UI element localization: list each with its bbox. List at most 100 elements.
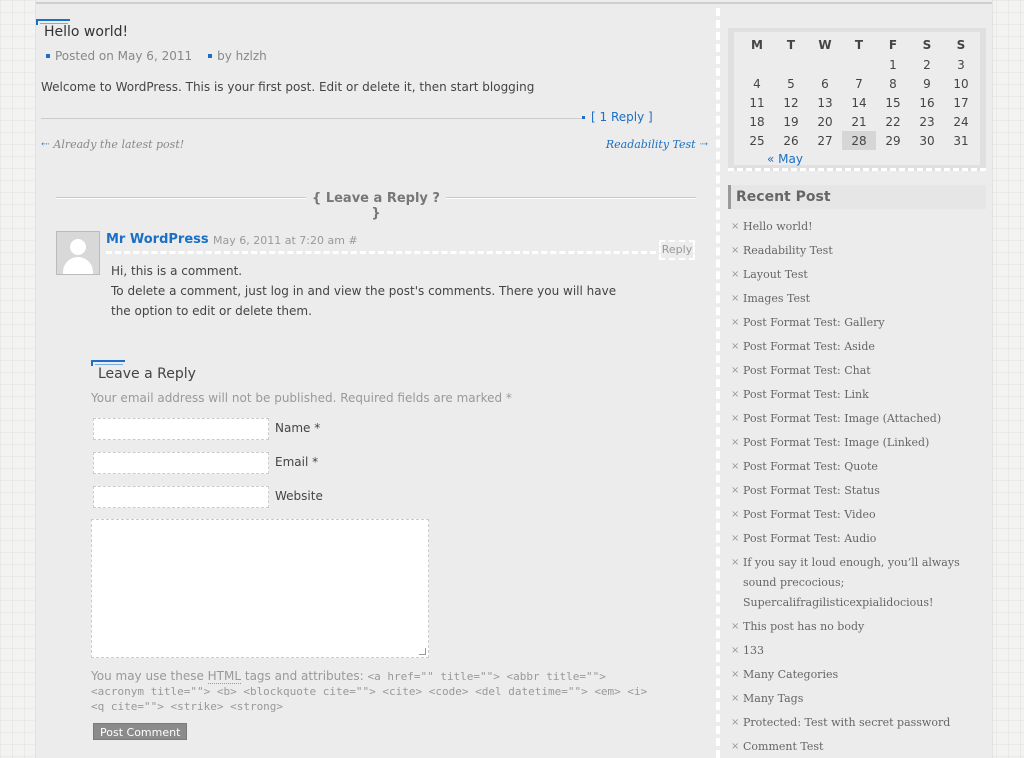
recent-post-link[interactable]: × Hello world!: [729, 217, 989, 237]
post-author[interactable]: by hzlzh: [217, 49, 267, 63]
allowed-prefix: You may use these: [91, 669, 208, 683]
recent-post-link[interactable]: × Post Format Test: Image (Linked): [729, 433, 989, 453]
calendar-day: 6: [821, 76, 829, 91]
cross-bullet-icon: ×: [731, 645, 740, 656]
column-divider: [716, 8, 720, 758]
calendar-empty-cell: [842, 55, 876, 74]
cross-bullet-icon: ×: [731, 389, 740, 400]
calendar-day: 5: [787, 76, 795, 91]
allowed-tags-note: You may use these HTML tags and attribut…: [91, 669, 661, 714]
calendar-day: 2: [923, 57, 931, 72]
calendar-day: 26: [783, 133, 799, 148]
calendar-table: MTWTFSS 1 2 3 4 5 6 7 8 9 10 11 12 13 14 15 16 17 18 19 20 2…: [740, 34, 978, 150]
reply-count-link[interactable]: [ 1 Reply ]: [582, 110, 653, 124]
recent-post-link[interactable]: × Comment Test: [729, 737, 989, 757]
calendar-weekday: F: [888, 37, 898, 52]
calendar-day: 15: [885, 95, 901, 110]
cross-bullet-icon: ×: [731, 485, 740, 496]
recent-post-title: Comment Test: [743, 740, 824, 753]
avatar: [56, 231, 100, 275]
calendar-day: 9: [923, 76, 931, 91]
recent-post-title: Post Format Test: Link: [743, 388, 869, 401]
calendar-day: 30: [919, 133, 935, 148]
comment-author[interactable]: Mr WordPress: [106, 232, 209, 247]
cross-bullet-icon: ×: [731, 269, 740, 280]
calendar-empty-cell: [740, 55, 774, 74]
recent-post-title: If you say it loud enough, you’ll always…: [743, 556, 960, 609]
recent-post-title: Post Format Test: Aside: [743, 340, 875, 353]
calendar-day: 23: [919, 114, 935, 129]
recent-post-title: Readability Test: [743, 244, 833, 257]
cross-bullet-icon: ×: [731, 557, 740, 568]
calendar-day: 21: [851, 114, 867, 129]
calendar-day: 22: [885, 114, 901, 129]
calendar-prev-month-link[interactable]: « May: [767, 152, 803, 166]
recent-post-link[interactable]: × Post Format Test: Gallery: [729, 313, 989, 333]
cross-bullet-icon: ×: [731, 221, 740, 232]
calendar-widget: MTWTFSS 1 2 3 4 5 6 7 8 9 10 11 12 13 14 15 16 17 18 19 20 2…: [728, 28, 986, 171]
calendar-day: 13: [817, 95, 833, 110]
email-field[interactable]: [93, 452, 269, 474]
calendar-day: 1: [889, 57, 897, 72]
calendar-day: 19: [783, 114, 799, 129]
calendar-week: 4 5 6 7 8 9 10: [740, 74, 978, 93]
recent-post-link[interactable]: × Post Format Test: Image (Attached): [729, 409, 989, 429]
calendar-empty-cell: [808, 55, 842, 74]
calendar-day: 20: [817, 114, 833, 129]
calendar-day: 18: [749, 114, 765, 129]
recent-post-link[interactable]: × Post Format Test: Quote: [729, 457, 989, 477]
recent-post-link[interactable]: × Images Test: [729, 289, 989, 309]
recent-post-link[interactable]: × Layout Test: [729, 265, 989, 285]
comment-line-1: Hi, this is a comment.: [111, 264, 243, 278]
cross-bullet-icon: ×: [731, 437, 740, 448]
recent-post-link[interactable]: × Readability Test: [729, 241, 989, 261]
post-body: Welcome to WordPress. This is your first…: [41, 80, 535, 94]
recent-post-link[interactable]: × Protected: Test with secret password: [729, 713, 989, 733]
calendar-day: 25: [749, 133, 765, 148]
calendar-day: 17: [953, 95, 969, 110]
calendar-day: 31: [953, 133, 969, 148]
recent-posts-list: × Hello world! × Readability Test × Layout Te…: [729, 217, 989, 758]
recent-posts-heading: Recent Post: [728, 185, 986, 209]
name-field[interactable]: [93, 418, 269, 440]
comment-text: Hi, this is a comment. To delete a comme…: [111, 261, 631, 321]
post-title[interactable]: Hello world!: [44, 24, 128, 40]
heading-rule-right: [446, 197, 696, 199]
recent-post-link[interactable]: × If you say it loud enough, you’ll alway…: [729, 553, 989, 613]
comment-date[interactable]: May 6, 2011 at 7:20 am #: [213, 234, 358, 247]
recent-post-title: Many Categories: [743, 668, 839, 681]
recent-post-link[interactable]: × This post has no body: [729, 617, 989, 637]
recent-post-link[interactable]: × Post Format Test: Aside: [729, 337, 989, 357]
recent-post-link[interactable]: × Post Format Test: Video: [729, 505, 989, 525]
html-abbr: HTML: [207, 669, 242, 684]
recent-post-title: Post Format Test: Quote: [743, 460, 878, 473]
recent-post-title: Many Tags: [743, 692, 804, 705]
top-divider: [36, 2, 992, 4]
next-post-link[interactable]: Readability Test ⇢: [606, 138, 708, 151]
recent-post-title: This post has no body: [743, 620, 865, 633]
post-date[interactable]: Posted on May 6, 2011: [55, 49, 192, 63]
reply-form-title: Leave a Reply: [98, 366, 196, 382]
comment-textarea[interactable]: [91, 519, 429, 658]
cross-bullet-icon: ×: [731, 669, 740, 680]
comment-reply-button[interactable]: Reply: [659, 240, 695, 260]
calendar-week: 18 19 20 21 22 23 24: [740, 112, 978, 131]
arrow-right-icon: ⇢: [699, 139, 708, 150]
recent-post-title: Post Format Test: Image (Attached): [743, 412, 942, 425]
recent-post-link[interactable]: × Post Format Test: Status: [729, 481, 989, 501]
recent-post-link[interactable]: × Post Format Test: Chat: [729, 361, 989, 381]
cross-bullet-icon: ×: [731, 245, 740, 256]
post-comment-button[interactable]: Post Comment: [93, 723, 188, 740]
website-field[interactable]: [93, 486, 269, 508]
recent-post-link[interactable]: × 133: [729, 641, 989, 661]
calendar-empty-cell: [774, 55, 808, 74]
recent-post-link[interactable]: × Post Format Test: Audio: [729, 529, 989, 549]
recent-post-link[interactable]: × Many Categories: [729, 665, 989, 685]
cross-bullet-icon: ×: [731, 461, 740, 472]
cross-bullet-icon: ×: [731, 693, 740, 704]
recent-post-link[interactable]: × Post Format Test: Link: [729, 385, 989, 405]
recent-post-link[interactable]: × Many Tags: [729, 689, 989, 709]
recent-post-title: Post Format Test: Gallery: [743, 316, 885, 329]
calendar-day: 24: [953, 114, 969, 129]
calendar-weekday: T: [854, 37, 864, 52]
